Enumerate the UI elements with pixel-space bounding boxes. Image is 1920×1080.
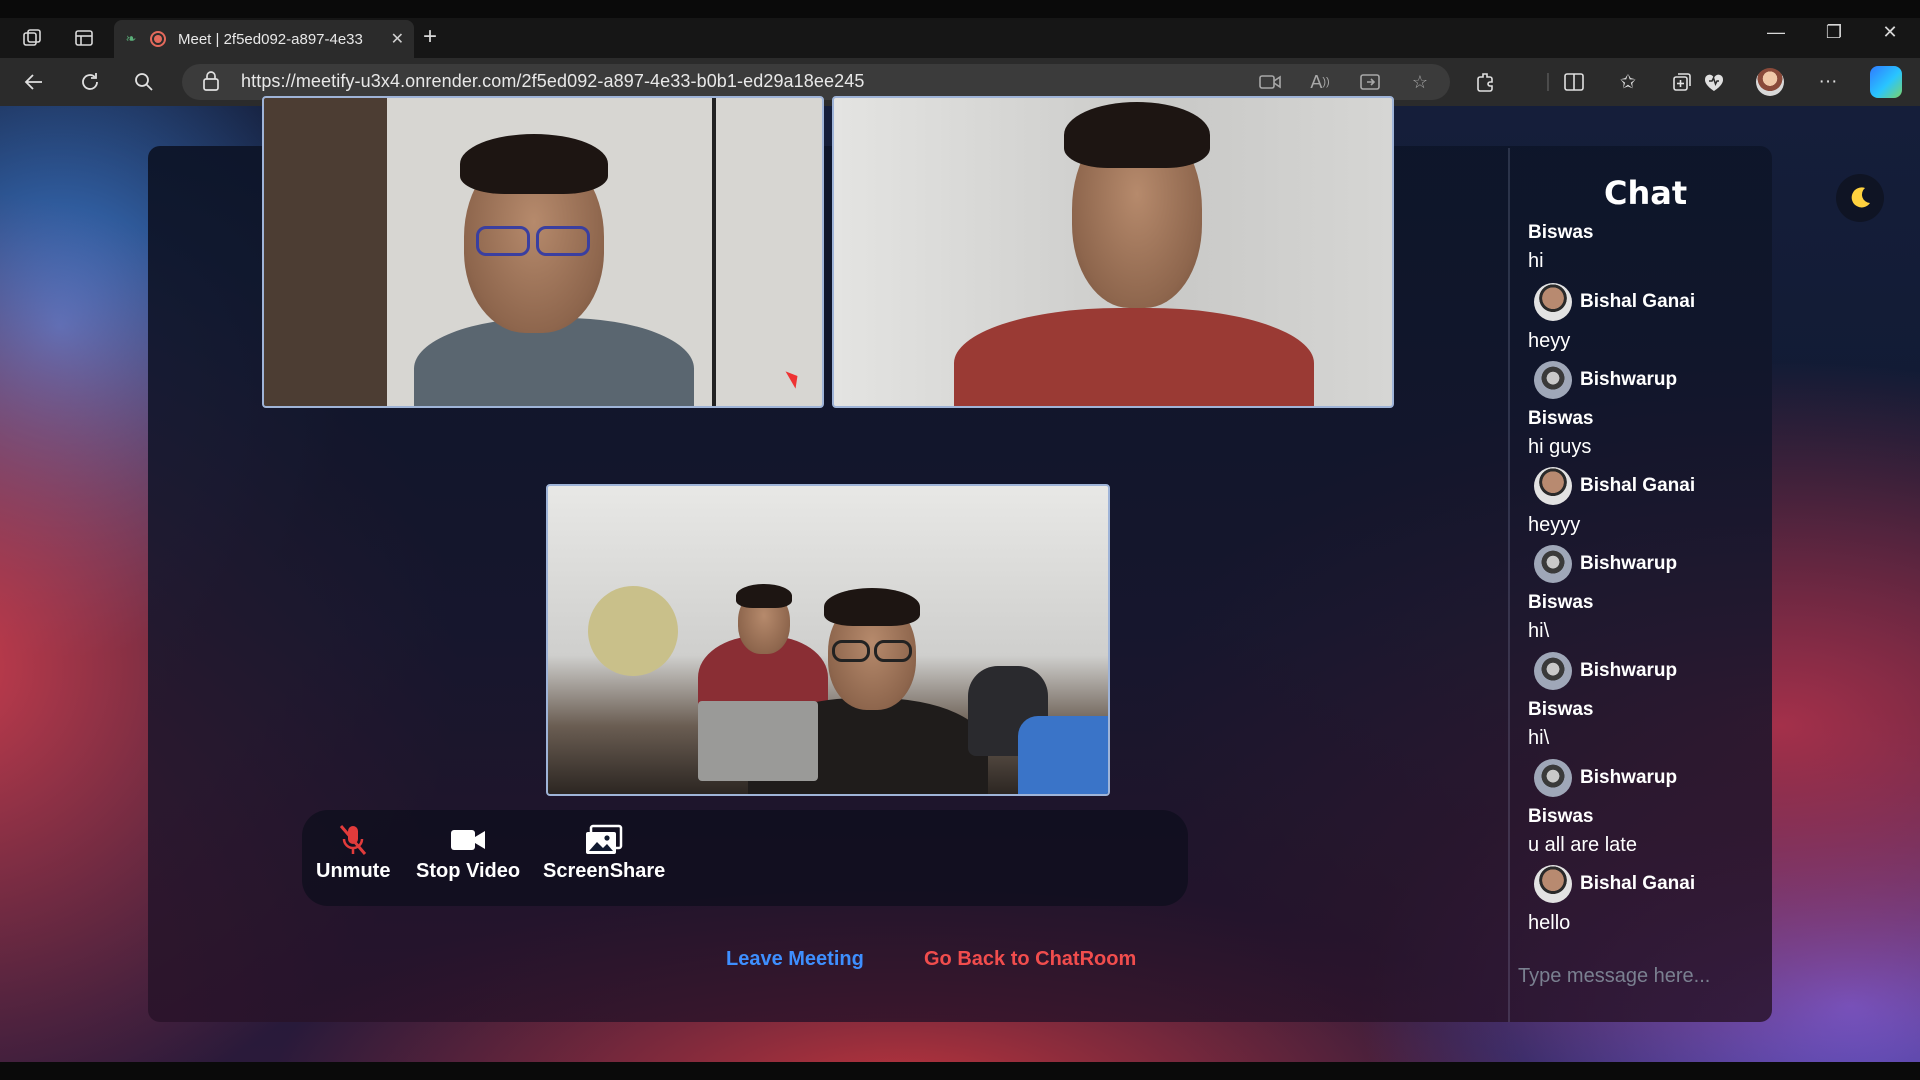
message-sender-continued: Biswas [1528, 699, 1594, 720]
video-tile-1 [262, 96, 824, 408]
glasses [832, 640, 870, 662]
read-aloud-icon[interactable]: A)) [1308, 70, 1332, 94]
mic-off-icon [338, 822, 368, 858]
app-available-icon[interactable] [1358, 70, 1382, 94]
theme-toggle-button[interactable] [1836, 174, 1884, 222]
favorite-star-icon[interactable]: ☆ [1408, 70, 1432, 94]
separator: | [1545, 71, 1551, 92]
avatar [1534, 652, 1572, 690]
screenshare-label: ScreenShare [543, 860, 666, 882]
message-text: u all are late [1528, 834, 1637, 856]
avatar [1534, 283, 1572, 321]
avatar [1534, 361, 1572, 399]
go-back-chatroom-button[interactable]: Go Back to ChatRoom [924, 948, 1136, 971]
message-sender-continued: Biswas [1528, 592, 1594, 613]
video-tile-2 [832, 96, 1394, 408]
sender-name: Bishal Ganai [1580, 291, 1696, 312]
message-text: hi\ [1528, 620, 1550, 642]
avatar [1534, 545, 1572, 583]
new-tab-icon[interactable]: + [423, 24, 437, 50]
camera-in-use-icon[interactable] [1258, 70, 1282, 94]
close-tab-icon[interactable]: ✕ [391, 29, 404, 49]
chat-title: Chat [1604, 174, 1688, 212]
browser-essentials-icon[interactable] [1700, 68, 1728, 96]
search-icon[interactable] [130, 68, 158, 96]
leave-meeting-button[interactable]: Leave Meeting [726, 948, 864, 971]
sender-name: Bishwarup [1580, 767, 1678, 788]
glasses [476, 226, 530, 256]
workspaces-icon[interactable] [20, 26, 44, 50]
url-text[interactable]: https://meetify-u3x4.onrender.com/2f5ed0… [241, 71, 864, 92]
avatar [1534, 467, 1572, 505]
site-favicon-icon: ❧ [125, 31, 137, 46]
message-sender: Bishwarup [1534, 759, 1677, 797]
sender-name: Bishwarup [1580, 660, 1678, 681]
refresh-icon[interactable] [76, 68, 104, 96]
sender-name: Bishal Ganai [1580, 873, 1696, 894]
message-text: heyy [1528, 330, 1571, 352]
table-fan [588, 586, 678, 676]
split-screen-icon[interactable] [1560, 68, 1588, 96]
message-text: hi [1528, 250, 1544, 272]
message-text: heyyy [1528, 514, 1581, 536]
extensions-icon[interactable] [1472, 68, 1500, 96]
minimize-icon[interactable]: — [1756, 22, 1796, 43]
lock-icon[interactable] [202, 70, 222, 94]
video-tile-3 [546, 484, 1110, 796]
moon-icon [1851, 187, 1870, 208]
tab-actions-icon[interactable] [72, 26, 96, 50]
glasses [536, 226, 590, 256]
message-sender-continued: Biswas [1528, 806, 1594, 827]
avatar[interactable] [1756, 68, 1784, 96]
avatar [1534, 865, 1572, 903]
sender-name: Bishwarup [1580, 369, 1678, 390]
screenshare-icon [585, 822, 623, 858]
sender-name: Bishwarup [1580, 553, 1678, 574]
message-sender: Bishwarup [1534, 361, 1677, 399]
message-sender: Bishwarup [1534, 545, 1677, 583]
unmute-button[interactable]: Unmute [316, 822, 390, 883]
message-sender: Bishal Ganai [1534, 467, 1695, 505]
top-strip [0, 0, 1920, 18]
person-hair [736, 584, 792, 608]
window-close-icon[interactable]: ✕ [1870, 22, 1910, 43]
collections-icon[interactable] [1668, 68, 1696, 96]
message-text: hi guys [1528, 436, 1592, 458]
message-sender: Bishal Ganai [1534, 865, 1695, 903]
person-hair [1064, 102, 1210, 168]
bottom-strip [0, 1062, 1920, 1080]
video-camera-icon [450, 822, 486, 858]
message-text: hello [1528, 912, 1571, 934]
recording-icon [150, 31, 166, 47]
back-icon[interactable] [20, 68, 48, 96]
tab-meet[interactable]: ❧ Meet | 2f5ed092-a897-4e33 ✕ [114, 20, 414, 58]
screenshare-button[interactable]: ScreenShare [543, 822, 665, 883]
clothes-pile [1018, 716, 1108, 794]
glasses [874, 640, 912, 662]
message-sender: Biswas [1528, 222, 1594, 243]
favorites-icon[interactable]: ✩ [1614, 68, 1642, 96]
copilot-icon[interactable] [1870, 66, 1902, 98]
person-hair [460, 134, 608, 194]
message-sender: Bishwarup [1534, 652, 1677, 690]
person-body [954, 308, 1314, 406]
unmute-label: Unmute [316, 860, 391, 882]
tab-title: Meet | 2f5ed092-a897-4e33 [178, 30, 363, 48]
restore-icon[interactable]: ❐ [1814, 22, 1854, 43]
avatar [1534, 759, 1572, 797]
chat-message-input[interactable] [1518, 958, 1756, 994]
stop-video-label: Stop Video [416, 860, 521, 882]
chat-divider [1508, 148, 1510, 1022]
cable [712, 98, 716, 406]
message-sender: Bishal Ganai [1534, 283, 1695, 321]
laptop [698, 701, 818, 781]
message-sender-continued: Biswas [1528, 408, 1594, 429]
more-options-icon[interactable]: ··· [1814, 68, 1842, 96]
person-hair [824, 588, 920, 626]
sender-name: Bishal Ganai [1580, 475, 1696, 496]
message-text: hi\ [1528, 727, 1550, 749]
stop-video-button[interactable]: Stop Video [416, 822, 520, 883]
